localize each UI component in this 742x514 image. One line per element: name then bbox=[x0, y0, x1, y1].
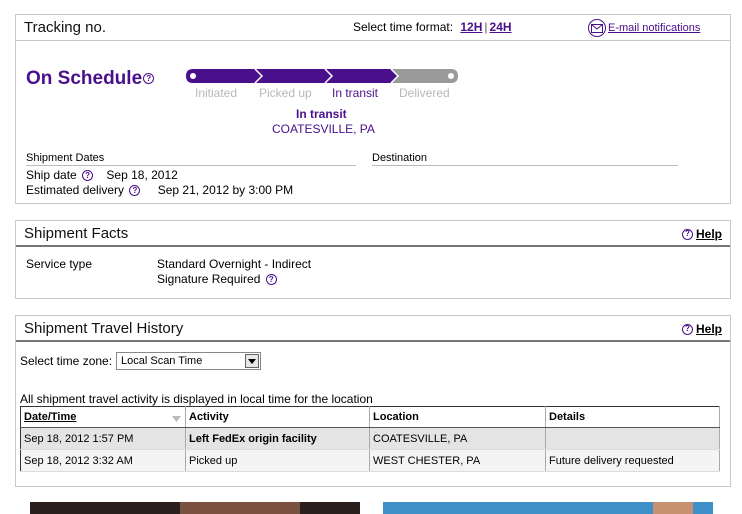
signature-required: Signature Required ? bbox=[157, 272, 277, 286]
step-initiated: Initiated bbox=[195, 86, 238, 100]
help-label: Help bbox=[695, 322, 722, 336]
time-format-label: Select time format: bbox=[353, 20, 454, 34]
progress-remaining-segment bbox=[391, 69, 458, 83]
dropdown-arrow-icon[interactable] bbox=[245, 354, 259, 368]
travel-history-title: Shipment Travel History bbox=[24, 320, 184, 337]
column-header-activity[interactable]: Activity bbox=[185, 406, 370, 428]
estimated-delivery-label: Estimated delivery bbox=[26, 183, 125, 197]
cell-details: Future delivery requested bbox=[545, 449, 720, 472]
help-link[interactable]: ? Help bbox=[681, 227, 722, 241]
tracking-header: Tracking no. Select time format: 12H | 24H… bbox=[16, 15, 730, 41]
column-header-label: Details bbox=[549, 411, 586, 423]
column-header-datetime[interactable]: Date/Time bbox=[20, 406, 186, 428]
email-notifications-label: E-mail notifications bbox=[608, 22, 701, 34]
step-picked-up: Picked up bbox=[259, 86, 312, 100]
time-zone-label: Select time zone: bbox=[20, 354, 113, 368]
table-row: Sep 18, 2012 3:32 AM Picked up WEST CHES… bbox=[20, 449, 720, 472]
cell-details bbox=[545, 427, 720, 450]
ship-date-row: Ship date ? Sep 18, 2012 bbox=[26, 168, 178, 182]
travel-history-header: Shipment Travel History ? Help bbox=[16, 316, 730, 342]
time-zone-select[interactable]: Local Scan Time bbox=[116, 352, 261, 370]
column-header-details[interactable]: Details bbox=[545, 406, 720, 428]
shipment-facts-header: Shipment Facts ? Help bbox=[16, 221, 730, 247]
cell-activity: Left FedEx origin facility bbox=[185, 427, 370, 450]
email-notifications-link[interactable]: E-mail notifications bbox=[588, 19, 700, 37]
help-link[interactable]: ? Help bbox=[681, 322, 722, 336]
progress-end-dot bbox=[448, 73, 454, 79]
estimated-delivery-value: Sep 21, 2012 by 3:00 PM bbox=[157, 183, 294, 197]
shipment-facts-panel: Shipment Facts ? Help Service type Stand… bbox=[15, 220, 731, 299]
shipment-dates-label: Shipment Dates bbox=[26, 152, 105, 164]
step-delivered: Delivered bbox=[399, 86, 450, 100]
local-time-note: All shipment travel activity is displaye… bbox=[20, 392, 373, 406]
ship-date-value: Sep 18, 2012 bbox=[106, 168, 178, 182]
current-status: In transit bbox=[296, 107, 347, 121]
destination-label: Destination bbox=[372, 152, 428, 164]
ad-photo bbox=[653, 502, 693, 514]
progress-start-dot bbox=[190, 73, 196, 79]
time-format-selector: Select time format: 12H | 24H bbox=[353, 20, 512, 34]
current-location: COATESVILLE, PA bbox=[272, 122, 375, 136]
estimated-delivery-row: Estimated delivery ? Sep 21, 2012 by 3:0… bbox=[26, 183, 293, 197]
status-headline: On Schedule? bbox=[26, 68, 155, 90]
cell-location: WEST CHESTER, PA bbox=[369, 449, 546, 472]
help-question-icon[interactable]: ? bbox=[265, 274, 277, 286]
ad-photo bbox=[180, 502, 300, 514]
help-question-icon: ? bbox=[681, 323, 693, 335]
ad-banner-right[interactable] bbox=[383, 502, 713, 514]
column-header-label: Activity bbox=[189, 411, 229, 423]
cell-datetime: Sep 18, 2012 3:32 AM bbox=[20, 449, 186, 472]
time-zone-value: Local Scan Time bbox=[121, 355, 203, 367]
divider bbox=[372, 165, 678, 166]
time-format-separator: | bbox=[484, 20, 488, 34]
help-label: Help bbox=[695, 227, 722, 241]
column-header-label: Date/Time bbox=[24, 411, 77, 423]
tracking-overview-panel: Tracking no. Select time format: 12H | 24H… bbox=[15, 14, 731, 204]
service-type-label: Service type bbox=[26, 257, 93, 271]
step-in-transit: In transit bbox=[332, 86, 379, 100]
shipment-facts-title: Shipment Facts bbox=[24, 225, 129, 242]
travel-history-panel: Shipment Travel History ? Help Select ti… bbox=[15, 315, 731, 487]
cell-datetime: Sep 18, 2012 1:57 PM bbox=[20, 427, 186, 450]
table-row: Sep 18, 2012 1:57 PM Left FedEx origin f… bbox=[20, 427, 720, 450]
column-header-location[interactable]: Location bbox=[369, 406, 546, 428]
ad-banner-left[interactable] bbox=[30, 502, 360, 514]
time-format-24h-link[interactable]: 24H bbox=[490, 20, 512, 34]
travel-history-table: Date/Time Activity Location Details Sep … bbox=[20, 406, 720, 472]
shipment-progress-bar bbox=[186, 68, 458, 84]
help-question-icon: ? bbox=[681, 228, 693, 240]
divider bbox=[26, 165, 356, 166]
ship-date-label: Ship date bbox=[26, 168, 77, 182]
signature-required-text: Signature Required bbox=[157, 272, 261, 286]
cell-activity: Picked up bbox=[185, 449, 370, 472]
progress-step-labels: Initiated Picked up In transit Delivered bbox=[184, 86, 474, 100]
status-headline-text: On Schedule bbox=[26, 68, 143, 89]
tracking-title: Tracking no. bbox=[24, 19, 106, 36]
help-question-icon[interactable]: ? bbox=[82, 170, 94, 182]
service-type-value: Standard Overnight - Indirect bbox=[157, 257, 312, 271]
help-question-icon[interactable]: ? bbox=[143, 73, 155, 85]
envelope-icon bbox=[588, 19, 606, 37]
sort-arrow-icon bbox=[172, 413, 181, 425]
column-header-label: Location bbox=[373, 411, 419, 423]
table-header-row: Date/Time Activity Location Details bbox=[20, 406, 720, 428]
progress-complete-segment bbox=[186, 69, 398, 83]
cell-location: COATESVILLE, PA bbox=[369, 427, 546, 450]
help-question-icon[interactable]: ? bbox=[129, 185, 141, 197]
time-format-12h-link[interactable]: 12H bbox=[460, 20, 482, 34]
